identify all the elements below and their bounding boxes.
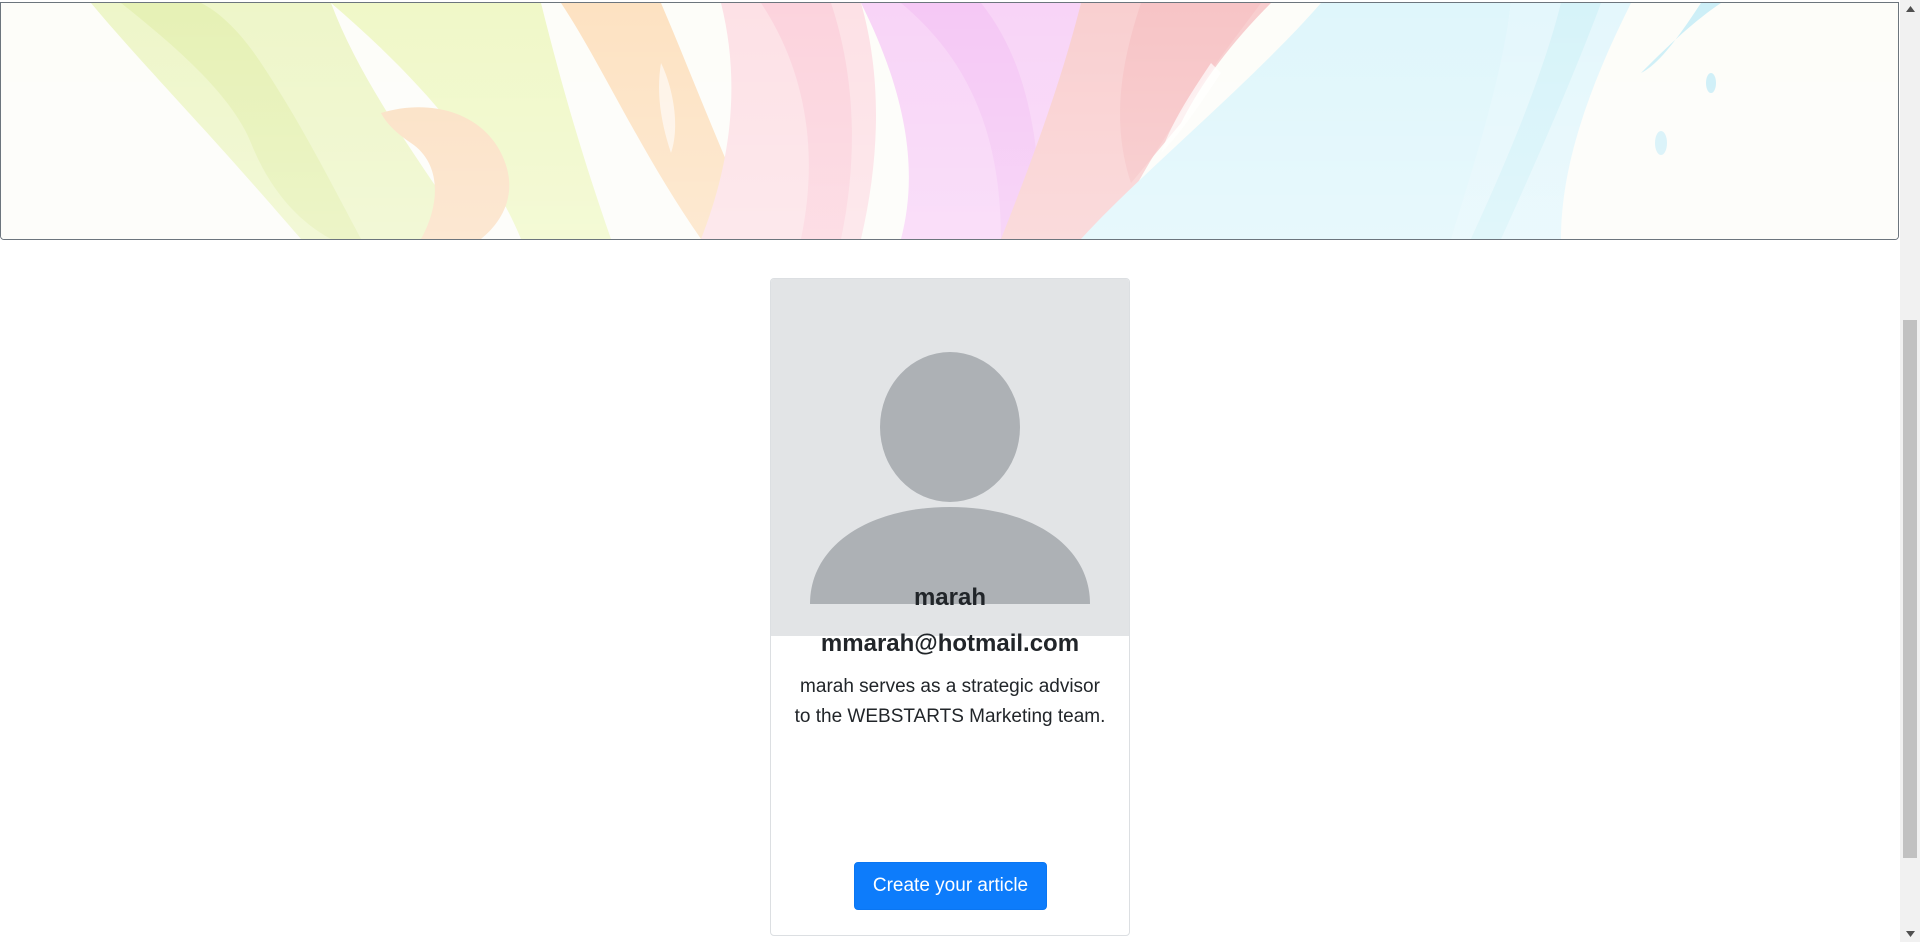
paint-splash-banner-image bbox=[1, 3, 1898, 239]
create-article-button[interactable]: Create your article bbox=[854, 862, 1047, 910]
page-scrollbar[interactable] bbox=[1900, 0, 1920, 942]
page-viewport: marah mmarah@hotmail.com marah serves as… bbox=[0, 0, 1899, 942]
scroll-down-arrow-icon[interactable] bbox=[1900, 925, 1920, 942]
profile-email: mmarah@hotmail.com bbox=[820, 630, 1080, 657]
hero-banner bbox=[0, 2, 1899, 240]
scroll-up-arrow-icon[interactable] bbox=[1900, 0, 1920, 17]
profile-bio: marah serves as a strategic advisor to t… bbox=[794, 676, 1106, 727]
scrollbar-thumb[interactable] bbox=[1903, 320, 1917, 858]
profile-name: marah bbox=[913, 584, 987, 611]
profile-card: marah mmarah@hotmail.com marah serves as… bbox=[770, 278, 1130, 936]
